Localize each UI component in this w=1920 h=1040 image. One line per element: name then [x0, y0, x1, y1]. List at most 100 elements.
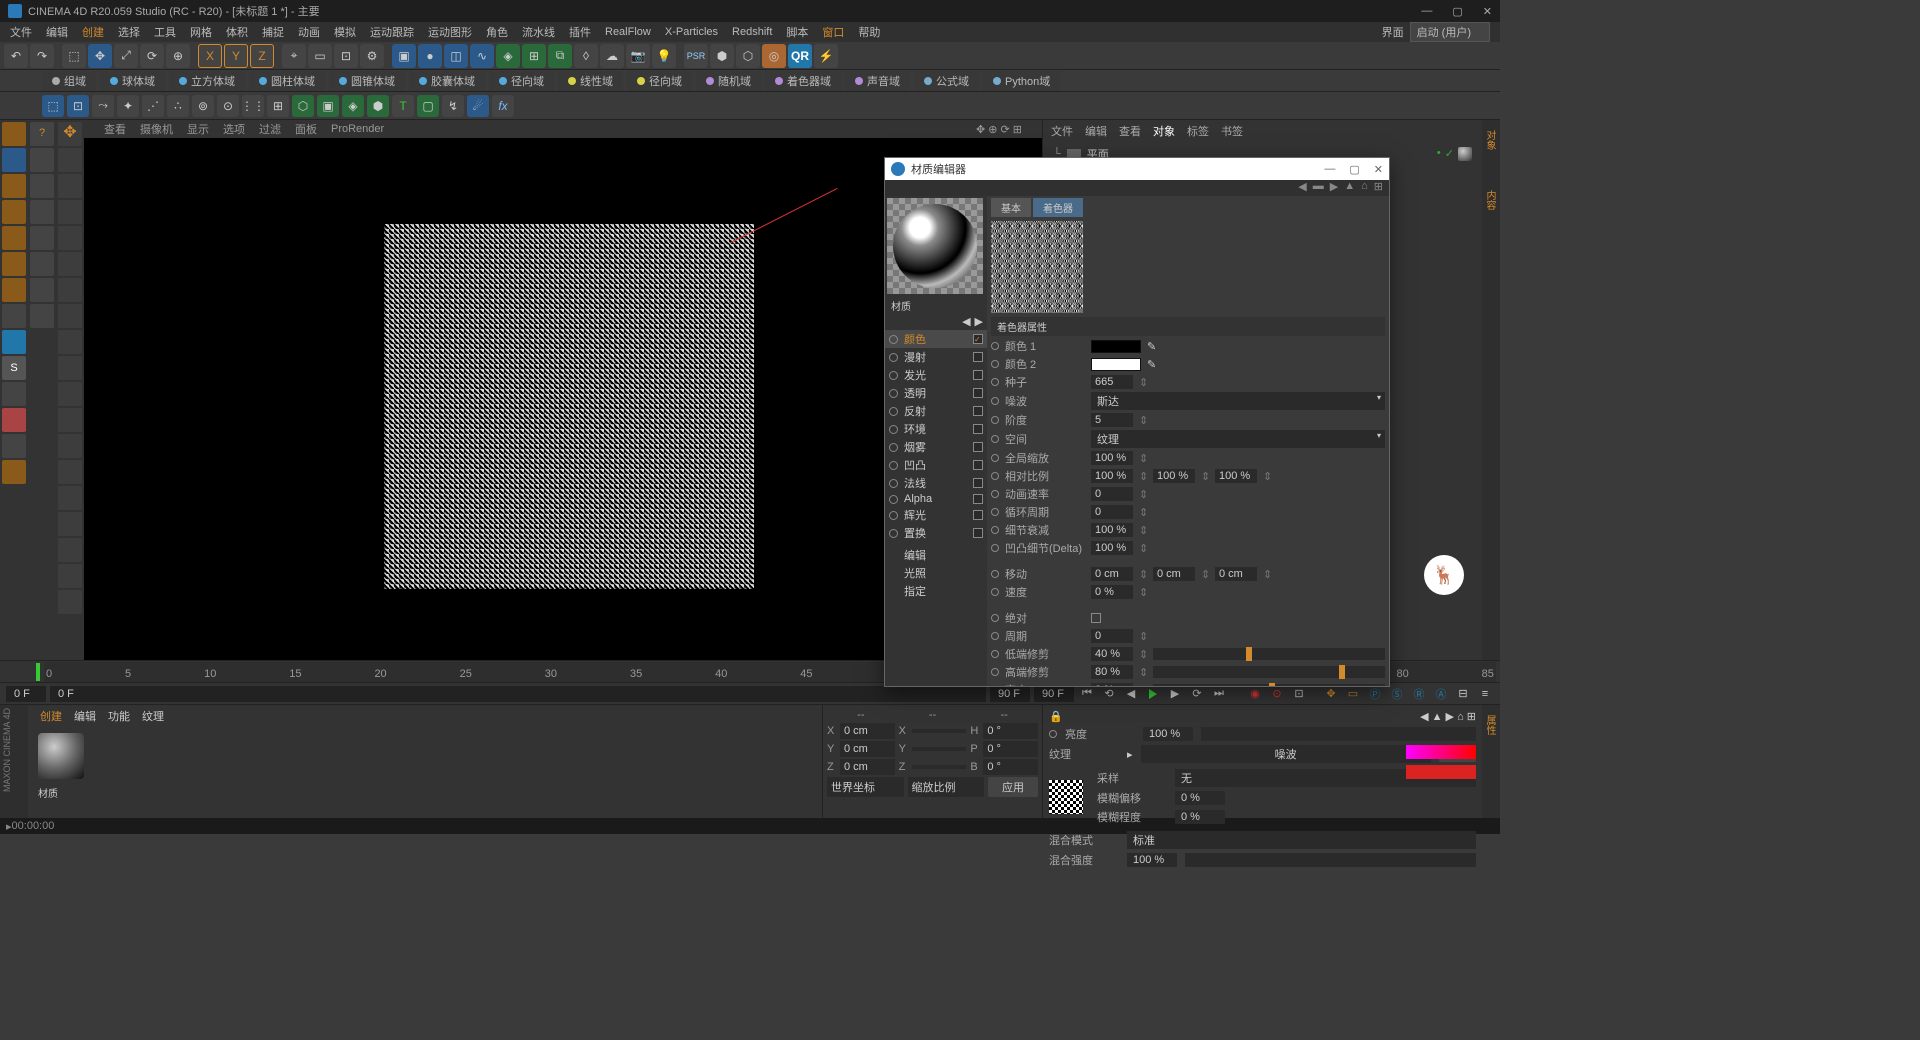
bright-slider[interactable] [1153, 684, 1385, 686]
size-x[interactable] [912, 729, 967, 733]
rscale-y[interactable]: 100 % [1153, 469, 1195, 483]
step-fwd[interactable]: ⟳ [1188, 685, 1206, 703]
mograph-icon[interactable]: ⋰ [142, 95, 164, 117]
goto-start[interactable]: ⏮ [1078, 685, 1096, 703]
channel-row[interactable]: 环境 [885, 420, 987, 438]
array-object[interactable]: ⊞ [522, 44, 546, 68]
rot-p[interactable]: 0 ° [983, 741, 1038, 757]
om-tab[interactable]: 书签 [1221, 123, 1243, 139]
mat-tab[interactable]: 功能 [108, 708, 130, 724]
poly-mode[interactable] [2, 278, 26, 302]
field-pill[interactable]: 胶囊体域 [409, 71, 485, 91]
high-slider[interactable] [1153, 666, 1385, 678]
menu-item[interactable]: 流水线 [522, 24, 555, 40]
render-settings[interactable]: ⚙ [360, 44, 384, 68]
playhead[interactable] [36, 663, 40, 681]
mograph-icon[interactable]: ⊚ [192, 95, 214, 117]
cyc-value[interactable]: 0 [1091, 629, 1133, 643]
field-pill[interactable]: 径向域 [489, 71, 554, 91]
light-object[interactable]: 💡 [652, 44, 676, 68]
lock-toggle[interactable] [2, 434, 26, 458]
om-tab[interactable]: 查看 [1119, 123, 1141, 139]
mograph-icon[interactable]: ⬡ [292, 95, 314, 117]
aspeed-value[interactable]: 0 [1091, 487, 1133, 501]
volume-mesh[interactable]: ⬡ [736, 44, 760, 68]
tweak-mode[interactable] [2, 330, 26, 354]
brightness-value[interactable]: 100 % [1143, 727, 1193, 741]
mixstr-value[interactable]: 100 % [1127, 853, 1177, 867]
plane-object[interactable]: ◫ [444, 44, 468, 68]
bluroff-value[interactable]: 0 % [1175, 791, 1225, 805]
mat-tab[interactable]: 编辑 [74, 708, 96, 724]
next-frame[interactable]: ▶ [1166, 685, 1184, 703]
vtool[interactable] [30, 278, 54, 302]
point-mode[interactable] [2, 226, 26, 250]
sphere-object[interactable]: ● [418, 44, 442, 68]
texture-thumb[interactable] [1049, 780, 1083, 814]
z-axis-toggle[interactable]: Z [250, 44, 274, 68]
cube-object[interactable]: ▣ [392, 44, 416, 68]
axis-mode[interactable] [2, 304, 26, 328]
field-pill[interactable]: 着色器域 [765, 71, 841, 91]
workplane-mode[interactable] [2, 200, 26, 224]
vmenu-item[interactable]: 摄像机 [140, 121, 173, 137]
picker-icon[interactable]: ✎ [1147, 358, 1156, 371]
frame-end2-field[interactable]: 90 F [1034, 686, 1074, 702]
channel-row[interactable]: 发光 [885, 366, 987, 384]
speed-value[interactable]: 0 % [1091, 585, 1133, 599]
channel-radio[interactable] [889, 511, 898, 520]
mograph-icon[interactable]: ⊞ [267, 95, 289, 117]
field-pill[interactable]: 立方体域 [169, 71, 245, 91]
vmenu-item[interactable]: 显示 [187, 121, 209, 137]
mograph-icon[interactable]: ∴ [167, 95, 189, 117]
pos-y[interactable]: 0 cm [840, 741, 895, 757]
channel-checkbox[interactable] [973, 478, 983, 488]
om-tab[interactable]: 文件 [1051, 123, 1073, 139]
symmetry-object[interactable]: ⧉ [548, 44, 572, 68]
menu-item[interactable]: X-Particles [665, 26, 718, 38]
field-pill[interactable]: 圆柱体域 [249, 71, 325, 91]
goto-end[interactable]: ⏭ [1210, 685, 1228, 703]
help-tool[interactable]: ? [30, 122, 54, 146]
prev-frame[interactable]: ◀ [1122, 685, 1140, 703]
menu-item[interactable]: 网格 [190, 24, 212, 40]
key-grid1[interactable]: ✥ [1322, 685, 1340, 703]
field-pill[interactable]: 公式域 [914, 71, 979, 91]
material-name[interactable]: 材质 [28, 785, 822, 800]
menu-item[interactable]: 插件 [569, 24, 591, 40]
mograph-icon[interactable]: ☄ [467, 95, 489, 117]
radio-icon[interactable] [1049, 730, 1057, 738]
channel-row[interactable]: Alpha [885, 492, 987, 506]
autokey-button[interactable]: ⊙ [1268, 685, 1286, 703]
field-pill[interactable]: 随机域 [696, 71, 761, 91]
rot-h[interactable]: 0 ° [983, 723, 1038, 739]
noise-type-select[interactable]: 斯达 [1091, 392, 1385, 410]
swatch[interactable] [58, 226, 82, 250]
tag-icon[interactable] [1458, 147, 1472, 161]
vmenu-item[interactable]: 查看 [104, 121, 126, 137]
swatch[interactable] [58, 330, 82, 354]
snap-toggle[interactable]: S [2, 356, 26, 380]
swatch[interactable] [58, 564, 82, 588]
color2-swatch[interactable] [1091, 358, 1141, 371]
lock-icon[interactable]: 🔒 [1049, 710, 1063, 723]
brightness-slider[interactable] [1201, 727, 1476, 741]
picker-icon[interactable]: ✎ [1147, 340, 1156, 353]
matwin-minimize[interactable]: — [1324, 163, 1335, 176]
deformer[interactable]: ◊ [574, 44, 598, 68]
key-a[interactable]: Ⓐ [1432, 685, 1450, 703]
panel-tab-vertical[interactable]: 属性 [1485, 715, 1497, 755]
channel-row[interactable]: 颜色 [885, 330, 987, 348]
menu-item[interactable]: 运动跟踪 [370, 24, 414, 40]
apply-button[interactable]: 应用 [988, 777, 1038, 797]
abs-checkbox[interactable] [1091, 613, 1101, 623]
channel-row[interactable]: 透明 [885, 384, 987, 402]
vis-dot-icon[interactable]: • [1437, 147, 1441, 161]
key-opt2[interactable]: ≡ [1476, 685, 1494, 703]
channel-checkbox[interactable] [973, 406, 983, 416]
swatch[interactable] [58, 148, 82, 172]
nav-icons[interactable]: ◀ ▲ ▶ ⌂ ⊞ [1420, 710, 1476, 723]
swatch[interactable] [58, 382, 82, 406]
menu-item[interactable]: 选择 [118, 24, 140, 40]
material-editor-window[interactable]: 材质编辑器 — ▢ ✕ ◀▬▶▲⌂⊞ 材质 ◀▶ 颜色漫射发光透明反射环境烟雾凹… [884, 157, 1390, 687]
